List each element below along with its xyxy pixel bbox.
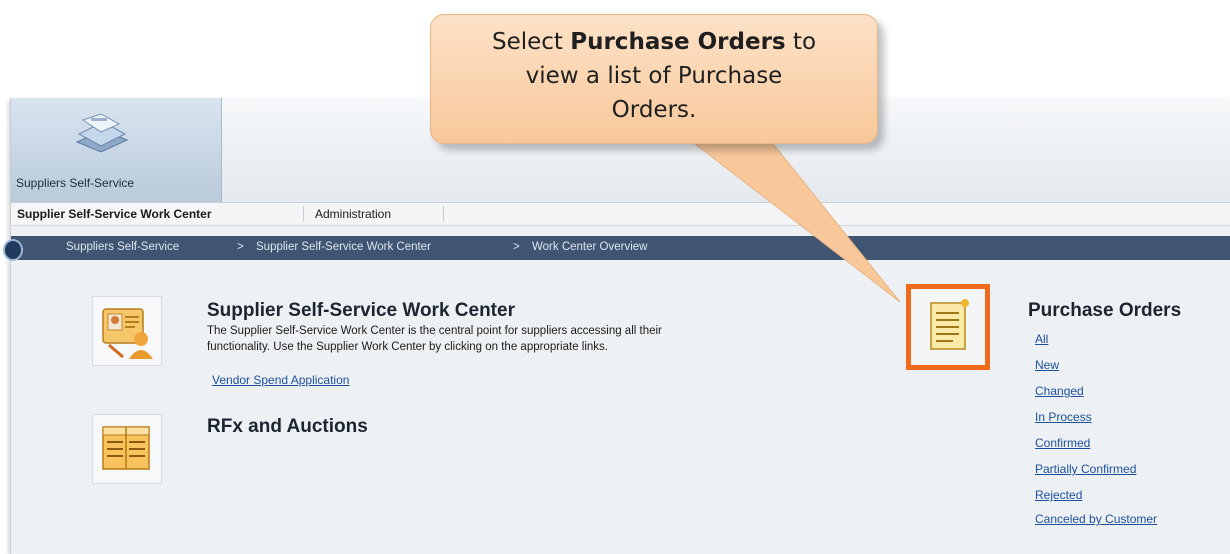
purchase-orders-title: Purchase Orders bbox=[1028, 300, 1182, 321]
breadcrumb-separator: > bbox=[237, 241, 244, 253]
po-link-new[interactable]: New bbox=[1035, 358, 1059, 372]
tab-administration[interactable]: Administration bbox=[315, 207, 391, 221]
work-center-description-line1: The Supplier Self-Service Work Center is… bbox=[207, 325, 662, 337]
supplier-card-icon bbox=[102, 308, 153, 359]
callout-line1: Select Purchase Orders to bbox=[491, 29, 817, 55]
tab-divider bbox=[303, 206, 304, 222]
po-link-canceled-by-customer[interactable]: Canceled by Customer bbox=[1035, 512, 1157, 526]
callout-line2: view a list of Purchase bbox=[525, 63, 783, 89]
work-center-tabs: Supplier Self-Service Work Center Admini… bbox=[11, 203, 1230, 226]
rfx-table-icon bbox=[102, 426, 150, 470]
rfx-title: RFx and Auctions bbox=[207, 416, 368, 437]
work-center-title: Supplier Self-Service Work Center bbox=[207, 300, 515, 321]
app-tile-suppliers-self-service[interactable]: Suppliers Self-Service bbox=[11, 98, 222, 202]
nav-toggle-icon[interactable] bbox=[3, 239, 23, 261]
breadcrumb-item-work-center-overview: Work Center Overview bbox=[532, 241, 648, 253]
folders-icon bbox=[75, 113, 129, 153]
po-link-confirmed[interactable]: Confirmed bbox=[1035, 436, 1090, 450]
tab-supplier-self-service-work-center[interactable]: Supplier Self-Service Work Center bbox=[17, 207, 212, 221]
work-center-description-line2: functionality. Use the Supplier Work Cen… bbox=[207, 341, 608, 353]
vendor-spend-application-link[interactable]: Vendor Spend Application bbox=[212, 373, 349, 387]
po-link-rejected[interactable]: Rejected bbox=[1035, 488, 1082, 502]
po-link-in-process[interactable]: In Process bbox=[1035, 410, 1092, 424]
breadcrumb-separator: > bbox=[513, 241, 520, 253]
rfx-icon-box[interactable] bbox=[92, 414, 162, 484]
breadcrumb: Suppliers Self-Service > Supplier Self-S… bbox=[3, 236, 1230, 261]
breadcrumb-item-work-center[interactable]: Supplier Self-Service Work Center bbox=[256, 241, 431, 253]
breadcrumb-item-suppliers-self-service[interactable]: Suppliers Self-Service bbox=[66, 241, 179, 253]
tab-divider bbox=[443, 206, 444, 222]
po-link-all[interactable]: All bbox=[1035, 332, 1048, 346]
instruction-callout: Select Purchase Orders to view a list of… bbox=[430, 14, 878, 144]
po-link-changed[interactable]: Changed bbox=[1035, 384, 1084, 398]
purchase-orders-icon-highlight[interactable] bbox=[906, 284, 990, 370]
callout-line3: Orders. bbox=[611, 97, 697, 123]
document-icon bbox=[930, 299, 969, 350]
app-tile-label: Suppliers Self-Service bbox=[16, 176, 135, 190]
supplier-work-center-icon-box[interactable] bbox=[92, 296, 162, 366]
po-link-partially-confirmed[interactable]: Partially Confirmed bbox=[1035, 462, 1136, 476]
